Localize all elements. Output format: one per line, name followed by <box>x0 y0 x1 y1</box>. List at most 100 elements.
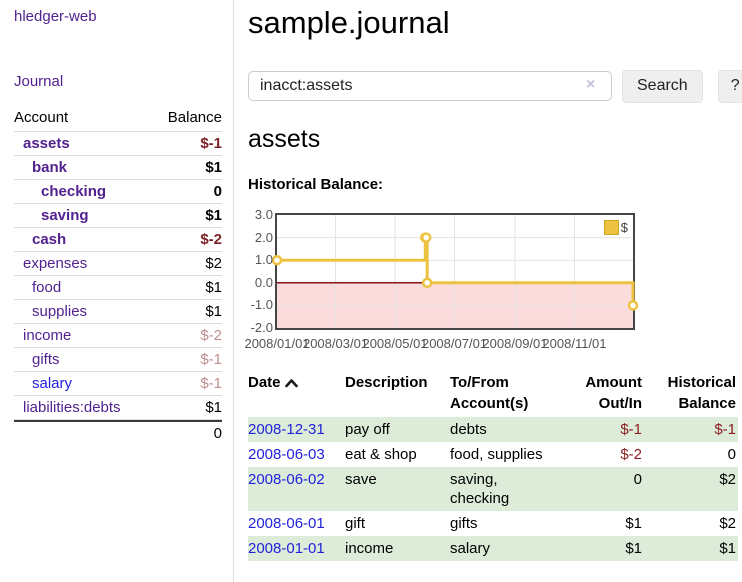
account-balance: $-1 <box>152 348 222 372</box>
account-balance: $1 <box>152 276 222 300</box>
register-row: 2008-06-01 giftgifts$1$2 <box>248 511 738 536</box>
app-brand-link[interactable]: hledger-web <box>14 8 233 25</box>
account-row: food $1 <box>14 276 222 300</box>
register-accounts: salary <box>450 536 560 561</box>
search-input[interactable] <box>248 71 612 101</box>
legend-series-label: $ <box>621 220 628 235</box>
register-balance: $1 <box>650 536 738 561</box>
account-balance: $-1 <box>152 372 222 396</box>
accounts-table: Account Balance assets$-1bank$1checking0… <box>14 106 222 445</box>
account-link[interactable]: expenses <box>23 255 87 272</box>
chart-canvas <box>277 215 633 328</box>
x-axis-tick-label: 2008/09/01 <box>482 336 547 351</box>
register-accounts: food, supplies <box>450 442 560 467</box>
register-accounts: gifts <box>450 511 560 536</box>
y-axis-tick-label: 0.0 <box>235 275 273 291</box>
register-header-row: Date Description To/From Account(s) Amou… <box>248 370 738 417</box>
account-balance: $-1 <box>152 132 222 156</box>
accounts-total-balance: 0 <box>152 420 222 445</box>
register-amount: 0 <box>560 467 650 511</box>
account-row: liabilities:debts $1 <box>14 396 222 420</box>
sidebar-accounts-body: assets$-1bank$1checking0saving$1cash$-2e… <box>14 132 222 420</box>
account-link[interactable]: bank <box>32 159 67 176</box>
y-axis-tick-label: -1.0 <box>235 297 273 313</box>
account-balance: $1 <box>152 204 222 228</box>
register-row: 2008-06-03eat & shopfood, supplies$-20 <box>248 442 738 467</box>
register-date-link[interactable]: 2008-01-01 <box>248 540 325 557</box>
register-header-balance: Historical Balance <box>650 370 738 417</box>
sidebar-item-journal[interactable]: Journal <box>14 73 233 90</box>
account-row: saving $1 <box>14 204 222 228</box>
y-axis-tick-label: 3.0 <box>235 207 273 223</box>
account-row: expenses $2 <box>14 252 222 276</box>
account-row: bank $1 <box>14 156 222 180</box>
register-amount: $1 <box>560 511 650 536</box>
search-bar: × Search ? <box>248 70 742 102</box>
register-row: 2008-12-31pay offdebts$-1$-1 <box>248 417 738 442</box>
register-date-link[interactable]: 2008-06-03 <box>248 446 325 463</box>
x-axis-tick-label: 2008/03/01 <box>303 336 368 351</box>
register-table: Date Description To/From Account(s) Amou… <box>248 370 738 561</box>
register-row: 2008-06-02savesaving, checking0$2 <box>248 467 738 511</box>
account-link[interactable]: gifts <box>32 351 60 368</box>
x-axis-tick-label: 2008/01/01 <box>244 336 309 351</box>
register-header-description: Description <box>345 370 450 417</box>
account-balance: $-2 <box>152 228 222 252</box>
account-link[interactable]: food <box>32 279 61 296</box>
register-amount: $1 <box>560 536 650 561</box>
account-balance: $-2 <box>152 324 222 348</box>
register-row: 2008-01-01incomesalary$1$1 <box>248 536 738 561</box>
account-row: gifts $-1 <box>14 348 222 372</box>
register-date-link[interactable]: 2008-06-02 <box>248 471 325 488</box>
register-header-amount: Amount Out/In <box>560 370 650 417</box>
account-link[interactable]: checking <box>41 183 106 200</box>
register-balance: $2 <box>650 511 738 536</box>
account-link[interactable]: salary <box>32 375 72 392</box>
account-balance: $1 <box>152 156 222 180</box>
clear-search-icon[interactable]: × <box>586 76 595 94</box>
account-link[interactable]: supplies <box>32 303 87 320</box>
account-link[interactable]: liabilities:debts <box>23 399 121 416</box>
register-amount: $-2 <box>560 442 650 467</box>
legend-swatch-icon <box>604 220 619 235</box>
register-description: gift <box>345 511 450 536</box>
accounts-header-account: Account <box>14 106 152 132</box>
chart-title: Historical Balance: <box>248 176 742 193</box>
accounts-total-row: 0 <box>14 420 222 445</box>
register-header-date[interactable]: Date <box>248 370 345 417</box>
register-balance: $2 <box>650 467 738 511</box>
account-row: salary $-1 <box>14 372 222 396</box>
account-link[interactable]: assets <box>23 135 70 152</box>
account-balance: $1 <box>152 300 222 324</box>
register-date-link[interactable]: 2008-12-31 <box>248 421 325 438</box>
account-link[interactable]: cash <box>32 231 66 248</box>
account-balance: $1 <box>152 396 222 420</box>
page-title: sample.journal <box>248 2 742 44</box>
account-row: income $-2 <box>14 324 222 348</box>
register-accounts: debts <box>450 417 560 442</box>
main-content: sample.journal × Search ? assets Histori… <box>234 0 742 582</box>
x-axis-tick-label: 2008/11/01 <box>542 336 606 351</box>
search-button[interactable]: Search <box>622 70 703 103</box>
account-link[interactable]: income <box>23 327 71 344</box>
register-description: eat & shop <box>345 442 450 467</box>
y-axis-tick-label: 2.0 <box>235 230 273 246</box>
y-axis-tick-label: 1.0 <box>235 252 273 268</box>
register-body: 2008-12-31pay offdebts$-1$-12008-06-03ea… <box>248 417 738 561</box>
y-axis-tick-label: -2.0 <box>235 320 273 336</box>
chart-legend: $ <box>603 220 629 235</box>
sort-ascending-icon <box>285 378 298 388</box>
register-description: save <box>345 467 450 511</box>
account-balance: $2 <box>152 252 222 276</box>
historical-balance-chart: $ 3.02.01.00.0-1.0-2.02008/01/012008/03/… <box>275 213 635 330</box>
account-row: assets $-1 <box>14 132 222 156</box>
account-row: supplies $1 <box>14 300 222 324</box>
register-header-accounts: To/From Account(s) <box>450 370 560 417</box>
register-date-link[interactable]: 2008-06-01 <box>248 515 325 532</box>
account-link[interactable]: saving <box>41 207 89 224</box>
help-button[interactable]: ? <box>718 70 742 103</box>
account-row: checking0 <box>14 180 222 204</box>
register-description: pay off <box>345 417 450 442</box>
account-heading: assets <box>248 125 742 154</box>
register-balance: $-1 <box>650 417 738 442</box>
